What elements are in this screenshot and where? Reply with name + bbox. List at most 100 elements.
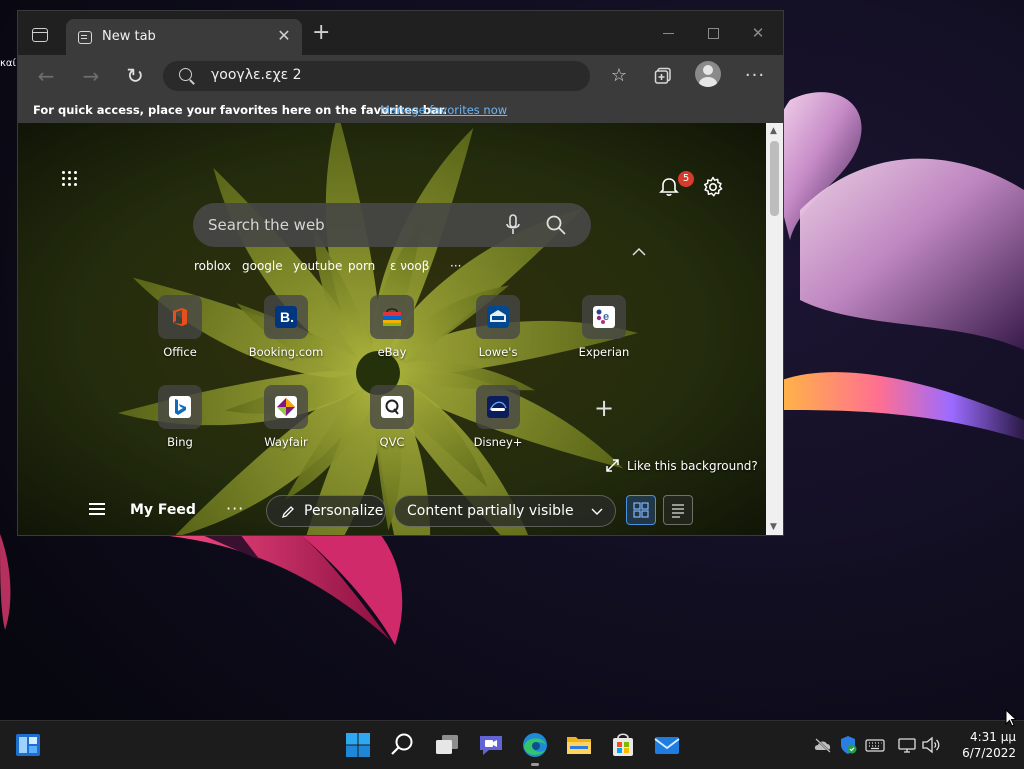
file-explorer-icon[interactable] bbox=[565, 731, 593, 759]
tile-label: Bing bbox=[167, 435, 193, 449]
suggestion-item[interactable]: google bbox=[242, 259, 283, 273]
tile-icon-box: e bbox=[582, 295, 626, 339]
task-view-icon[interactable] bbox=[433, 731, 461, 759]
scrollbar-thumb[interactable] bbox=[770, 141, 779, 216]
settings-gear-icon[interactable] bbox=[701, 175, 725, 199]
forward-arrow-icon[interactable]: → bbox=[78, 63, 104, 89]
mail-icon[interactable] bbox=[653, 731, 681, 759]
scroll-down-arrow-icon[interactable]: ▼ bbox=[770, 522, 777, 532]
personalize-label: Personalize bbox=[304, 503, 384, 519]
favorites-star-icon[interactable]: ☆ bbox=[606, 63, 632, 89]
tile-icon-box bbox=[264, 385, 308, 429]
favorites-bar: For quick access, place your favorites h… bbox=[18, 97, 783, 123]
profile-avatar-icon[interactable] bbox=[695, 61, 721, 87]
manage-favorites-link[interactable]: Manage favorites now bbox=[380, 103, 507, 117]
more-options-icon[interactable]: ··· bbox=[742, 63, 768, 89]
apps-grid-icon[interactable] bbox=[62, 171, 78, 187]
volume-icon[interactable] bbox=[921, 735, 941, 755]
edge-icon[interactable] bbox=[521, 731, 549, 759]
widgets-icon[interactable] bbox=[14, 731, 42, 759]
suggestion-item[interactable]: roblox bbox=[194, 259, 231, 273]
tab-new-tab[interactable]: New tab ✕ bbox=[66, 19, 302, 55]
tab-actions-icon[interactable] bbox=[32, 28, 48, 42]
desktop-edge-text: καί bbox=[0, 58, 16, 69]
tab-close-icon[interactable]: ✕ bbox=[274, 26, 294, 45]
search-submit-icon[interactable] bbox=[545, 214, 567, 236]
quick-link-bing[interactable]: Bing bbox=[135, 385, 225, 465]
minimize-button[interactable] bbox=[648, 19, 688, 47]
new-tab-page: 5 Search the web roblox google youtube p… bbox=[18, 123, 766, 535]
back-arrow-icon[interactable]: ← bbox=[33, 63, 59, 89]
suggestion-item[interactable]: porn bbox=[348, 259, 375, 273]
clock-time: 4:31 μμ bbox=[969, 730, 1016, 744]
content-visibility-dropdown[interactable]: Content partially visible bbox=[394, 495, 616, 527]
content-visibility-value: Content partially visible bbox=[407, 503, 574, 519]
pencil-icon bbox=[281, 506, 294, 519]
tile-icon-box bbox=[370, 295, 414, 339]
list-view-icon bbox=[672, 504, 684, 518]
start-icon[interactable] bbox=[344, 731, 372, 759]
like-background-link[interactable]: Like this background? bbox=[606, 459, 758, 473]
svg-text:B.: B. bbox=[280, 309, 294, 325]
qvc-icon bbox=[381, 396, 403, 418]
quick-link-office[interactable]: Office bbox=[135, 295, 225, 375]
chevron-down-icon bbox=[591, 508, 603, 515]
wayfair-icon bbox=[275, 396, 297, 418]
feed-more-icon[interactable]: ··· bbox=[226, 499, 244, 518]
taskbar: 4:31 μμ 6/7/2022 bbox=[0, 720, 1024, 769]
system-clock[interactable]: 4:31 μμ 6/7/2022 bbox=[946, 729, 1016, 761]
quick-link-booking[interactable]: B. Booking.com bbox=[241, 295, 331, 375]
keyboard-icon[interactable] bbox=[865, 735, 885, 755]
tile-icon-box bbox=[158, 295, 202, 339]
tile-icon-box bbox=[158, 385, 202, 429]
list-view-button[interactable] bbox=[663, 495, 693, 525]
address-bar[interactable]: γοογλε.εχε 2 bbox=[163, 61, 590, 91]
tile-icon-box: B. bbox=[264, 295, 308, 339]
close-window-button[interactable]: ✕ bbox=[738, 19, 778, 47]
quick-link-experian[interactable]: e Experian bbox=[559, 295, 649, 375]
personalize-button[interactable]: Personalize bbox=[266, 495, 386, 527]
notifications-bell-icon[interactable] bbox=[658, 176, 680, 198]
mouse-cursor-icon bbox=[1005, 709, 1017, 727]
refresh-icon[interactable]: ↻ bbox=[122, 63, 148, 89]
web-search-box[interactable]: Search the web bbox=[193, 203, 591, 247]
web-search-input[interactable]: Search the web bbox=[208, 216, 325, 234]
windows-security-icon[interactable] bbox=[838, 735, 858, 755]
expand-icon bbox=[606, 459, 619, 472]
feed-title[interactable]: My Feed bbox=[130, 502, 196, 518]
booking-icon: B. bbox=[275, 306, 297, 328]
quick-link-disney[interactable]: Disney+ bbox=[453, 385, 543, 465]
grid-view-button[interactable] bbox=[626, 495, 656, 525]
like-background-label: Like this background? bbox=[627, 459, 758, 473]
suggestion-item[interactable]: ε νοοβ bbox=[390, 259, 429, 273]
microphone-icon[interactable] bbox=[503, 214, 523, 236]
address-input[interactable]: γοογλε.εχε 2 bbox=[211, 67, 302, 83]
quick-link-lowes[interactable]: Lowe's bbox=[453, 295, 543, 375]
onedrive-offline-icon[interactable] bbox=[813, 735, 833, 755]
search-icon[interactable] bbox=[389, 731, 417, 759]
hamburger-menu-icon[interactable] bbox=[89, 503, 105, 517]
scroll-up-arrow-icon[interactable]: ▲ bbox=[770, 126, 777, 136]
quick-link-qvc[interactable]: QVC bbox=[347, 385, 437, 465]
teams-chat-icon[interactable] bbox=[477, 731, 505, 759]
more-suggestions-icon[interactable]: ··· bbox=[450, 259, 461, 273]
browser-window: New tab ✕ + ✕ ← → ↻ γοογλε.εχε 2 ☆ ··· F… bbox=[17, 10, 784, 536]
store-icon[interactable] bbox=[609, 731, 637, 759]
active-app-indicator bbox=[531, 763, 539, 766]
browser-toolbar: ← → ↻ γοογλε.εχε 2 ☆ ··· bbox=[18, 55, 783, 97]
new-tab-page-icon bbox=[78, 31, 92, 44]
tile-icon-box bbox=[476, 295, 520, 339]
notification-count-badge: 5 bbox=[678, 171, 694, 187]
network-icon[interactable] bbox=[897, 735, 917, 755]
maximize-button[interactable] bbox=[693, 19, 733, 47]
tile-label: QVC bbox=[379, 435, 405, 449]
title-bar: New tab ✕ + ✕ bbox=[18, 11, 783, 55]
collapse-chevron-icon[interactable] bbox=[632, 247, 646, 257]
quick-link-ebay[interactable]: eBay bbox=[347, 295, 437, 375]
suggestion-item[interactable]: youtube bbox=[293, 259, 342, 273]
add-quick-link-button[interactable]: + bbox=[594, 396, 614, 420]
quick-link-wayfair[interactable]: Wayfair bbox=[241, 385, 331, 465]
page-scrollbar[interactable]: ▲ ▼ bbox=[766, 123, 783, 535]
new-tab-button[interactable]: + bbox=[312, 21, 330, 45]
collections-icon[interactable] bbox=[650, 63, 676, 89]
